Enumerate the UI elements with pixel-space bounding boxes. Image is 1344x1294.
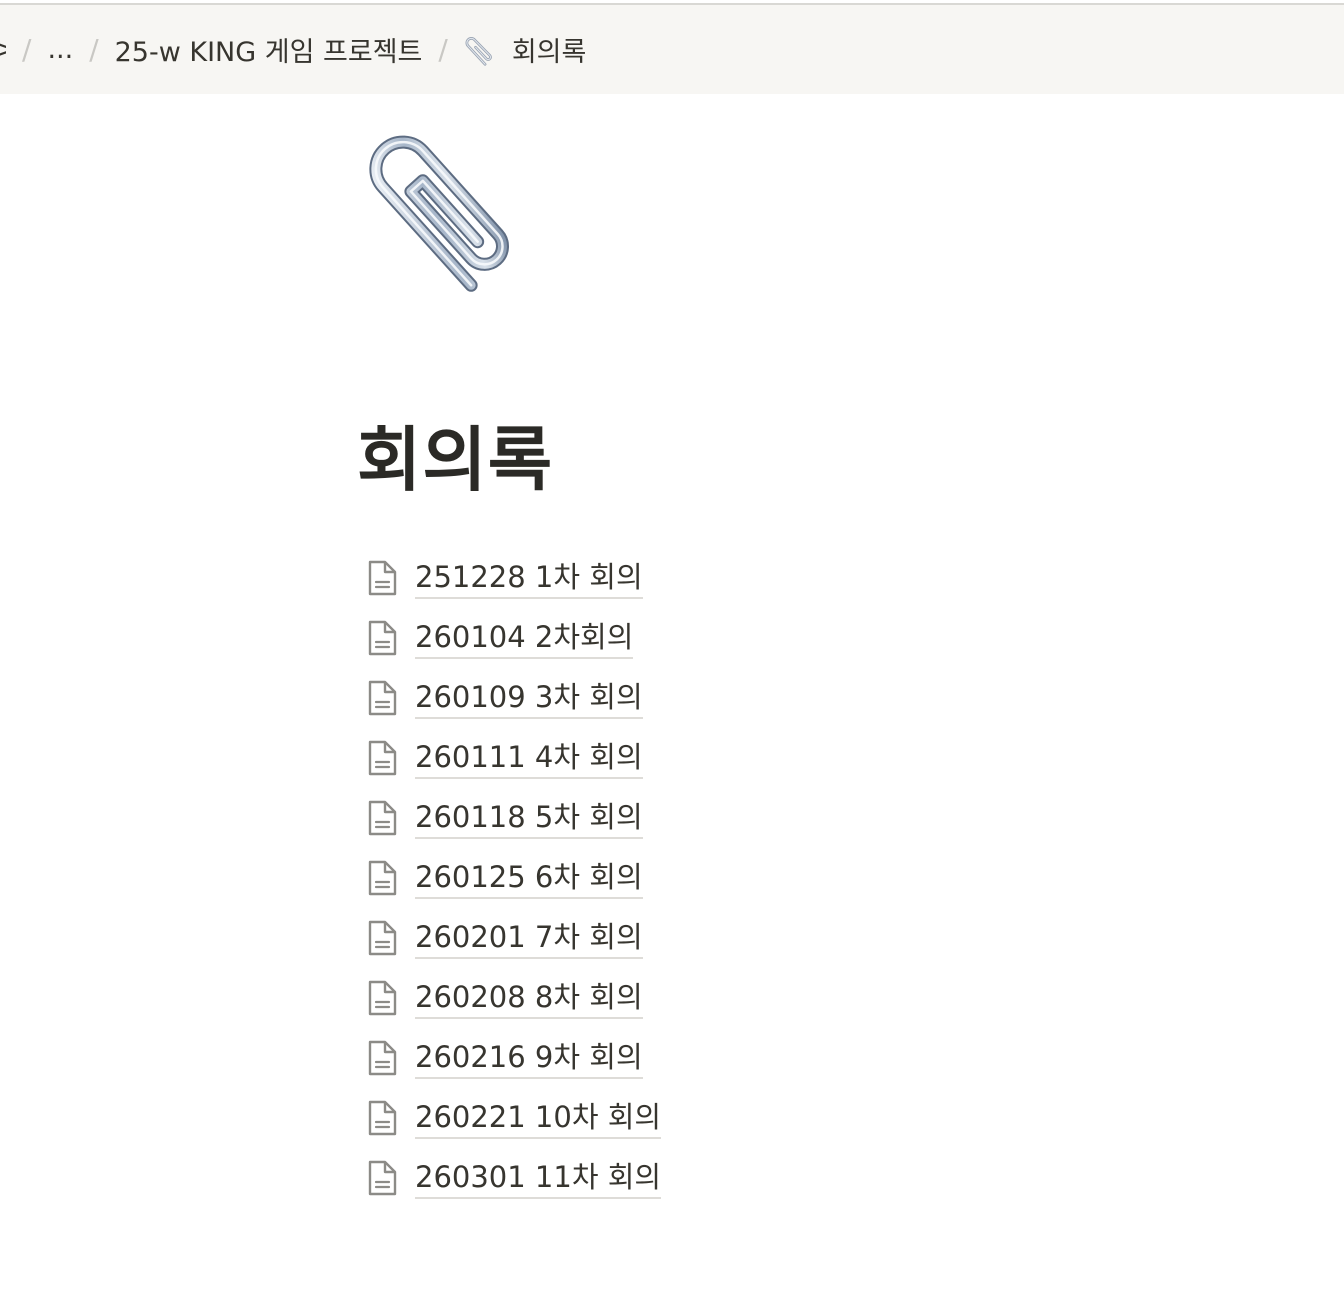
subpage-list: 251228 1차 회의 260104 2차회의 260109 3차 회의 26…: [362, 548, 662, 1208]
paperclip-icon: [465, 36, 492, 66]
page-icon: [368, 680, 397, 716]
page-icon: [368, 980, 397, 1016]
breadcrumb-item-truncated[interactable]: >: [0, 34, 6, 65]
subpage-link[interactable]: 260118 5차 회의: [362, 788, 661, 848]
subpage-title: 260208 8차 회의: [415, 977, 643, 1019]
page-icon: [368, 860, 397, 896]
subpage-link[interactable]: 260221 10차 회의: [362, 1088, 662, 1148]
page-icon: [368, 740, 397, 776]
breadcrumb-ellipsis[interactable]: ...: [47, 34, 73, 65]
subpage-title: 260125 6차 회의: [415, 857, 643, 899]
subpage-link[interactable]: 260216 9차 회의: [362, 1028, 661, 1088]
page-icon: [368, 1040, 397, 1076]
subpage-title: 260118 5차 회의: [415, 797, 643, 839]
breadcrumb-separator: /: [438, 33, 448, 66]
breadcrumb: > / ... / 25-w KING 게임 프로젝트 / 회의록: [0, 5, 586, 94]
subpage-link[interactable]: 260111 4차 회의: [362, 728, 661, 788]
subpage-title: 260201 7차 회의: [415, 917, 643, 959]
subpage-link[interactable]: 260201 7차 회의: [362, 908, 661, 968]
page-title: 회의록: [357, 419, 554, 501]
breadcrumb-separator: /: [89, 33, 99, 66]
page-icon: [368, 560, 397, 596]
subpage-link[interactable]: 260301 11차 회의: [362, 1148, 662, 1208]
subpage-title: 251228 1차 회의: [415, 557, 643, 599]
breadcrumb-current-label: 회의록: [511, 37, 587, 68]
top-bar: > / ... / 25-w KING 게임 프로젝트 / 회의록: [0, 5, 1344, 94]
breadcrumb-item-current[interactable]: 회의록: [464, 30, 587, 69]
breadcrumb-separator: /: [22, 33, 32, 66]
page-icon: [368, 620, 397, 656]
subpage-link[interactable]: 251228 1차 회의: [362, 548, 661, 608]
breadcrumb-item-parent[interactable]: 25-w KING 게임 프로젝트: [115, 30, 423, 69]
page-icon: [368, 1160, 397, 1196]
paperclip-icon[interactable]: [350, 120, 525, 295]
page-icon: [368, 920, 397, 956]
page-icon: [368, 800, 397, 836]
subpage-link[interactable]: 260109 3차 회의: [362, 668, 661, 728]
subpage-title: 260111 4차 회의: [415, 737, 643, 779]
page-icon: [368, 1100, 397, 1136]
subpage-title: 260221 10차 회의: [415, 1097, 662, 1139]
subpage-title: 260216 9차 회의: [415, 1037, 643, 1079]
subpage-title: 260301 11차 회의: [415, 1157, 662, 1199]
subpage-link[interactable]: 260104 2차회의: [362, 608, 661, 668]
subpage-title: 260109 3차 회의: [415, 677, 643, 719]
subpage-link[interactable]: 260208 8차 회의: [362, 968, 661, 1028]
subpage-link[interactable]: 260125 6차 회의: [362, 848, 661, 908]
subpage-title: 260104 2차회의: [415, 617, 634, 659]
